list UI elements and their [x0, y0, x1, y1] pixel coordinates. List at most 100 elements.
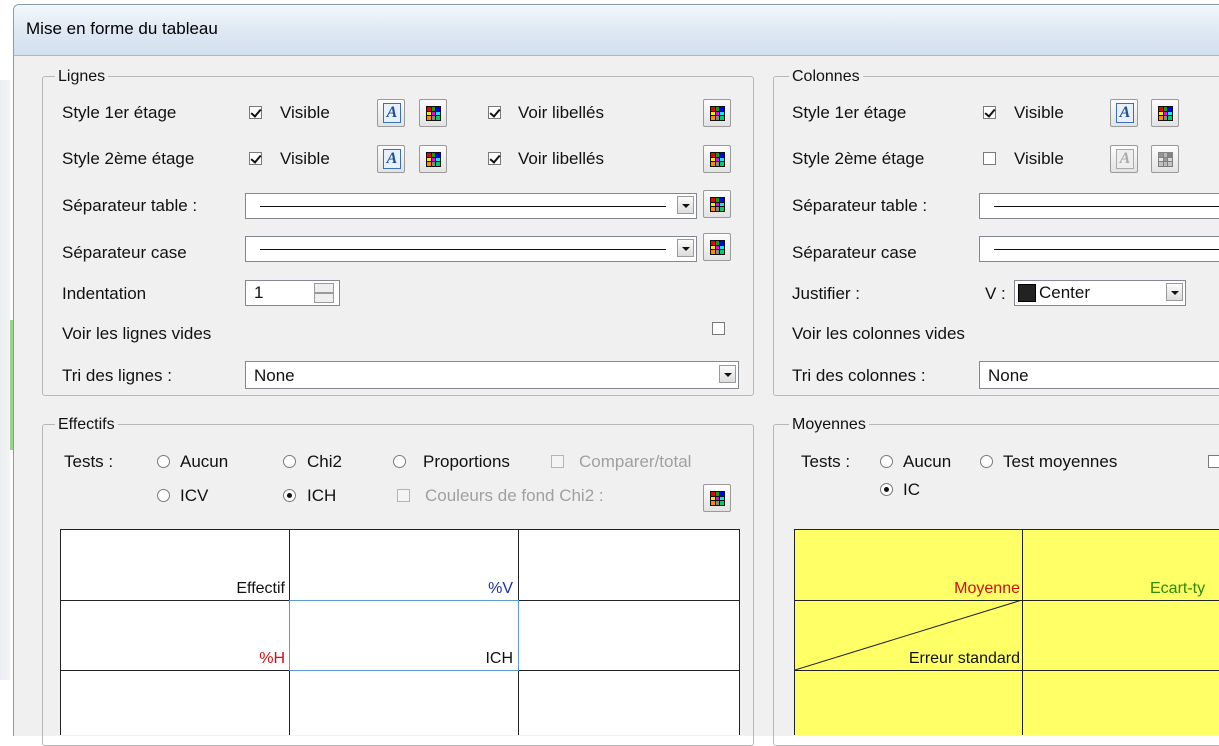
lignes-style1-color-button[interactable] — [419, 99, 447, 127]
colonnes-tri-select[interactable]: None — [979, 361, 1219, 389]
lignes-voir-vides-checkbox[interactable] — [712, 322, 725, 335]
cell-ich: ICH — [485, 650, 513, 667]
effectifs-chi2-label[interactable]: Chi2 — [307, 452, 342, 472]
dropdown-arrow-icon[interactable] — [719, 365, 736, 383]
colonnes-justifier-select[interactable]: Center — [1014, 280, 1186, 306]
align-center-icon — [1018, 284, 1036, 302]
effectifs-couleurs-color-button[interactable] — [703, 484, 731, 512]
lignes-style1-font-button[interactable]: A — [377, 99, 405, 127]
moyennes-legend: Moyennes — [789, 416, 869, 434]
colonnes-sep-case-label: Séparateur case — [792, 243, 917, 262]
lignes-tri-select[interactable]: None — [245, 361, 739, 389]
colonnes-tri-label: Tri des colonnes : — [792, 366, 926, 385]
effectifs-comparer-checkbox[interactable] — [551, 455, 564, 468]
dropdown-arrow-icon[interactable] — [677, 239, 694, 257]
color-palette-icon — [426, 152, 441, 167]
colonnes-style2-visible-checkbox[interactable] — [983, 152, 996, 165]
spin-down-icon[interactable] — [314, 293, 334, 303]
colonnes-justifier-label: Justifier : — [792, 284, 861, 303]
color-palette-icon — [710, 197, 725, 212]
colonnes-style1-visible-checkbox[interactable] — [983, 106, 996, 119]
effectifs-proportions-radio[interactable] — [393, 455, 406, 468]
lignes-style1-voir-label[interactable]: Voir libellés — [518, 103, 604, 123]
effectifs-couleurs-checkbox[interactable] — [397, 489, 410, 502]
color-palette-icon — [710, 240, 725, 255]
effectifs-aucun-label[interactable]: Aucun — [180, 452, 228, 472]
spin-up-icon[interactable] — [314, 283, 334, 293]
font-icon: A — [1116, 149, 1134, 169]
effectifs-proportions-label[interactable]: Proportions — [423, 452, 510, 472]
color-palette-icon — [1158, 106, 1173, 121]
lignes-style2-voir-label[interactable]: Voir libellés — [518, 149, 604, 169]
color-palette-icon — [1158, 152, 1173, 167]
lignes-style2-voir-checkbox[interactable] — [488, 152, 501, 165]
colonnes-style2-font-button[interactable]: A — [1110, 145, 1138, 173]
font-icon: A — [383, 149, 401, 169]
lignes-sep-case-color-button[interactable] — [703, 233, 731, 261]
lignes-style2-label-color-button[interactable] — [703, 145, 731, 173]
lignes-legend: Lignes — [55, 68, 109, 86]
moyennes-preview-table: Moyenne Ecart-ty Erreur standard — [794, 529, 1219, 735]
colonnes-style1-visible-label[interactable]: Visible — [1014, 103, 1064, 123]
lignes-sep-table-color-button[interactable] — [703, 190, 731, 218]
effectifs-couleurs-label[interactable]: Couleurs de fond Chi2 : — [425, 486, 604, 506]
colonnes-style2-label: Style 2ème étage — [792, 149, 925, 168]
moyennes-test-radio[interactable] — [980, 455, 993, 468]
colonnes-style2-visible-label[interactable]: Visible — [1014, 149, 1064, 169]
title-bar[interactable]: Mise en forme du tableau — [14, 5, 1219, 56]
colonnes-justifier-v-label: V : — [985, 284, 1006, 303]
background-accent-strip — [10, 320, 13, 450]
colonnes-style1-label: Style 1er étage — [792, 103, 907, 122]
effectifs-icv-radio[interactable] — [157, 489, 170, 502]
color-palette-icon — [426, 106, 441, 121]
moyennes-aucun-label[interactable]: Aucun — [903, 452, 951, 472]
lignes-style2-visible-checkbox[interactable] — [249, 152, 262, 165]
colonnes-sep-case-select[interactable] — [979, 236, 1219, 262]
color-palette-icon — [710, 106, 725, 121]
colonnes-tri-value[interactable]: None — [988, 366, 1029, 386]
lignes-tri-value[interactable]: None — [254, 366, 295, 386]
line-style-preview — [994, 206, 1219, 207]
effectifs-ich-label[interactable]: ICH — [307, 486, 336, 506]
lignes-style1-voir-checkbox[interactable] — [488, 106, 501, 119]
cell-erreur: Erreur standard — [908, 650, 1020, 667]
lignes-style2-visible-label[interactable]: Visible — [280, 149, 330, 169]
cell-pct-v: %V — [488, 580, 513, 597]
dropdown-arrow-icon[interactable] — [1166, 283, 1183, 301]
effectifs-chi2-radio[interactable] — [283, 455, 296, 468]
effectifs-ich-radio[interactable] — [283, 489, 296, 502]
cell-moyenne: Moyenne — [954, 580, 1020, 597]
window-title: Mise en forme du tableau — [26, 19, 218, 38]
colonnes-style1-color-button[interactable] — [1151, 99, 1179, 127]
indentation-value[interactable]: 1 — [254, 283, 263, 303]
colonnes-style2-color-button[interactable] — [1151, 145, 1179, 173]
effectifs-icv-label[interactable]: ICV — [180, 486, 208, 506]
lignes-indentation-spinner[interactable]: 1 — [245, 280, 340, 306]
lignes-style2-color-button[interactable] — [419, 145, 447, 173]
lignes-voir-vides-label: Voir les lignes vides — [62, 324, 212, 343]
lignes-style1-visible-label[interactable]: Visible — [280, 103, 330, 123]
moyennes-ic-label[interactable]: IC — [903, 480, 920, 500]
lignes-sep-table-select[interactable] — [245, 193, 697, 219]
lignes-style2-font-button[interactable]: A — [377, 145, 405, 173]
lignes-style1-visible-checkbox[interactable] — [249, 106, 262, 119]
dropdown-arrow-icon[interactable] — [677, 196, 694, 214]
moyennes-test-label[interactable]: Test moyennes — [1003, 452, 1117, 472]
lignes-sep-case-select[interactable] — [245, 236, 697, 262]
moyennes-ic-radio[interactable] — [880, 483, 893, 496]
colonnes-style1-font-button[interactable]: A — [1110, 99, 1138, 127]
line-style-preview — [260, 206, 666, 207]
lignes-style1-label-color-button[interactable] — [703, 99, 731, 127]
effectifs-aucun-radio[interactable] — [157, 455, 170, 468]
justifier-value[interactable]: Center — [1039, 283, 1090, 303]
cell-effectif: Effectif — [236, 580, 285, 597]
colonnes-sep-table-select[interactable] — [979, 193, 1219, 219]
moyennes-extra-checkbox[interactable] — [1208, 455, 1219, 468]
lignes-style2-label: Style 2ème étage — [62, 149, 195, 168]
moyennes-aucun-radio[interactable] — [880, 455, 893, 468]
line-style-preview — [994, 249, 1219, 250]
cell-ecart: Ecart-ty — [1150, 580, 1206, 597]
line-style-preview — [260, 249, 666, 250]
effectifs-comparer-label[interactable]: Comparer/total — [579, 452, 691, 472]
color-palette-icon — [710, 491, 725, 506]
